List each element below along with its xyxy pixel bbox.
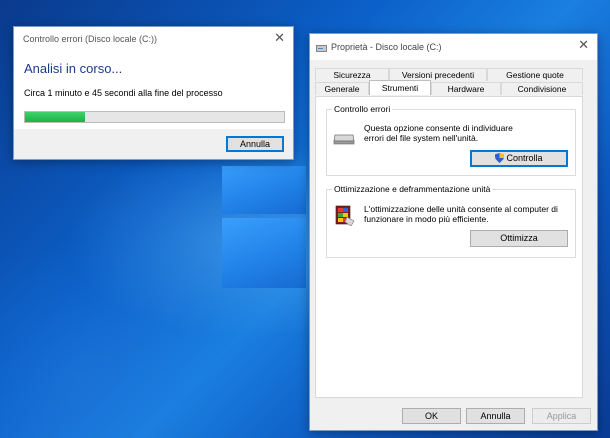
- cancel-button[interactable]: Annulla: [466, 408, 525, 424]
- drive-properties-dialog: Proprietà - Disco locale (C:) ✕ Sicurezz…: [309, 33, 598, 431]
- error-check-group: Controllo errori Questa opzione consente…: [326, 104, 576, 176]
- group-label: Ottimizzazione e deframmentazione unità: [332, 184, 493, 194]
- scan-progress-bar: [24, 111, 285, 123]
- tabs-row-top: Sicurezza Versioni precedenti Gestione q…: [315, 68, 583, 81]
- check-button-label: Controlla: [506, 153, 543, 163]
- hard-drive-icon: [333, 134, 355, 145]
- tab-strumenti[interactable]: Strumenti: [369, 80, 431, 95]
- dialog-footer: Annulla: [14, 129, 293, 159]
- dialog-titlebar[interactable]: Controllo errori (Disco locale (C:)) ✕: [14, 27, 293, 53]
- group-label: Controllo errori: [332, 104, 393, 114]
- windows-logo-pane: [222, 166, 306, 214]
- uac-shield-icon: [495, 153, 505, 163]
- description-line: errori del file system nell'unità.: [364, 133, 479, 143]
- optimize-description: L'ottimizzazione delle unità consente al…: [364, 204, 564, 224]
- windows-logo-pane: [222, 218, 306, 288]
- dialog-title: Controllo errori (Disco locale (C:)): [23, 34, 158, 44]
- tab-gestione-quote[interactable]: Gestione quote: [487, 68, 583, 81]
- apply-button[interactable]: Applica: [532, 408, 591, 424]
- tabs-row-bottom: Generale Strumenti Hardware Condivisione: [315, 80, 583, 95]
- tab-condivisione[interactable]: Condivisione: [501, 82, 583, 95]
- drive-icon: [316, 45, 327, 52]
- description-line: funzionare in modo più efficiente.: [364, 214, 489, 224]
- progress-fill: [25, 112, 85, 122]
- time-remaining-text: Circa 1 minuto e 45 secondi alla fine de…: [24, 88, 223, 98]
- dialog-title: Proprietà - Disco locale (C:): [331, 42, 442, 52]
- description-line: Questa opzione consente di individuare: [364, 123, 513, 133]
- dialog-titlebar[interactable]: Proprietà - Disco locale (C:) ✕: [310, 34, 597, 60]
- tab-generale[interactable]: Generale: [315, 82, 369, 95]
- optimize-group: Ottimizzazione e deframmentazione unità …: [326, 184, 576, 258]
- error-check-description: Questa opzione consente di individuare e…: [364, 123, 564, 143]
- close-icon[interactable]: ✕: [274, 31, 285, 45]
- cancel-button[interactable]: Annulla: [226, 136, 284, 152]
- check-disk-dialog: Controllo errori (Disco locale (C:)) ✕ A…: [13, 26, 294, 160]
- tools-panel: Controllo errori Questa opzione consente…: [315, 96, 583, 398]
- defrag-icon: [335, 205, 355, 227]
- optimize-button[interactable]: Ottimizza: [470, 230, 568, 247]
- tab-hardware[interactable]: Hardware: [431, 82, 501, 95]
- close-icon[interactable]: ✕: [578, 38, 589, 52]
- check-button[interactable]: Controlla: [470, 150, 568, 167]
- ok-button[interactable]: OK: [402, 408, 461, 424]
- description-line: L'ottimizzazione delle unità consente al…: [364, 204, 558, 214]
- scan-heading: Analisi in corso...: [24, 61, 123, 76]
